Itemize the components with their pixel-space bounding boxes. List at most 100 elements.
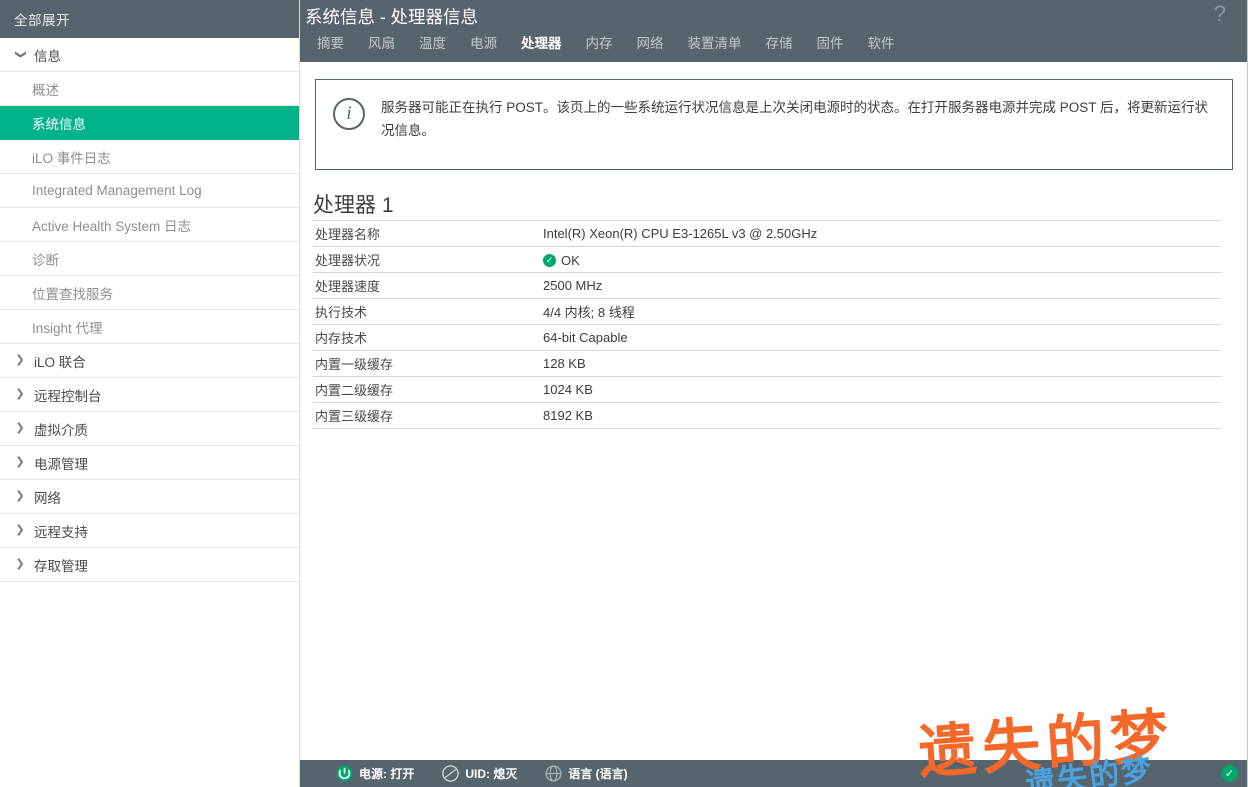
page-title: 系统信息 - 处理器信息 xyxy=(305,7,479,27)
table-row: 处理器名称 Intel(R) Xeon(R) CPU E3-1265L v3 @ … xyxy=(313,220,1221,247)
tab-1[interactable]: 风扇 xyxy=(356,33,407,55)
row-key: 处理器状况 xyxy=(313,246,539,273)
chevron-down-icon[interactable]: ❯ xyxy=(15,47,27,63)
chevron-right-icon[interactable]: ❯ xyxy=(12,423,28,434)
sidebar-item-11[interactable]: ❯ 虚拟介质 xyxy=(0,412,299,446)
sidebar-item-label: 位置查找服务 xyxy=(32,286,113,302)
main-content: i 服务器可能正在执行 POST。该页上的一些系统运行状况信息是上次关闭电源时的… xyxy=(300,62,1248,760)
chevron-right-icon[interactable]: ❯ xyxy=(12,389,28,400)
chevron-right-icon[interactable]: ❯ xyxy=(12,491,28,502)
status-label: OK xyxy=(561,253,580,268)
row-value: 2500 MHz xyxy=(539,272,1221,299)
expand-all-button[interactable]: 全部展开 xyxy=(0,0,299,38)
sidebar-item-4[interactable]: Integrated Management Log xyxy=(0,174,299,208)
sidebar-item-0[interactable]: ❯ 信息 xyxy=(0,38,299,72)
row-value: 4/4 内核; 8 线程 xyxy=(539,298,1221,325)
sidebar-item-7[interactable]: 位置查找服务 xyxy=(0,276,299,310)
status-badge: ✓ OK xyxy=(543,253,580,268)
sidebar-item-label: Integrated Management Log xyxy=(32,183,202,198)
row-key: 执行技术 xyxy=(313,298,539,325)
sidebar-item-5[interactable]: Active Health System 日志 xyxy=(0,208,299,242)
tab-0[interactable]: 摘要 xyxy=(305,33,356,55)
sidebar-item-label: 远程支持 xyxy=(34,524,88,540)
sidebar-item-label: 系统信息 xyxy=(32,116,86,132)
sidebar-item-label: 电源管理 xyxy=(34,456,88,472)
globe-icon xyxy=(545,765,562,782)
row-value: 1024 KB xyxy=(539,376,1221,403)
sidebar-item-label: 信息 xyxy=(34,48,61,64)
sidebar-item-1[interactable]: 概述 xyxy=(0,72,299,106)
table-row: 处理器速度 2500 MHz xyxy=(313,272,1221,299)
sidebar-item-label: iLO 联合 xyxy=(34,354,86,370)
row-value: 128 KB xyxy=(539,350,1221,377)
tab-5[interactable]: 内存 xyxy=(574,33,625,55)
row-key: 处理器速度 xyxy=(313,272,539,299)
sidebar-item-label: 概述 xyxy=(32,82,59,98)
language-selector[interactable]: 语言 (语言) xyxy=(545,765,628,782)
sidebar-item-9[interactable]: ❯ iLO 联合 xyxy=(0,344,299,378)
uid-status[interactable]: UID: 熄灭 xyxy=(442,765,517,782)
language-label: 语言 (语言) xyxy=(568,767,628,781)
row-key: 内置一级缓存 xyxy=(313,350,539,377)
sidebar-item-8[interactable]: Insight 代理 xyxy=(0,310,299,344)
uid-status-label: UID: 熄灭 xyxy=(465,767,518,781)
page-header: 系统信息 - 处理器信息 ? 摘要 风扇 温度 电源 处理器 内存 网络 装置清单 存储 固件 软件 xyxy=(300,0,1248,62)
row-key: 内存技术 xyxy=(313,324,539,351)
sidebar-item-6[interactable]: 诊断 xyxy=(0,242,299,276)
chevron-right-icon[interactable]: ❯ xyxy=(12,355,28,366)
row-value: ✓ OK xyxy=(539,246,1221,273)
tab-9[interactable]: 固件 xyxy=(805,33,856,55)
info-icon: i xyxy=(333,98,365,130)
row-key: 内置二级缓存 xyxy=(313,376,539,403)
help-icon[interactable]: ? xyxy=(1214,0,1226,28)
sidebar-item-label: Insight 代理 xyxy=(32,320,103,336)
chevron-right-icon[interactable]: ❯ xyxy=(12,525,28,536)
chevron-right-icon[interactable]: ❯ xyxy=(12,457,28,468)
sidebar-item-label: 网络 xyxy=(34,490,61,506)
alert-message: 服务器可能正在执行 POST。该页上的一些系统运行状况信息是上次关闭电源时的状态… xyxy=(381,100,1209,138)
sidebar-item-15[interactable]: ❯ 存取管理 xyxy=(0,548,299,582)
table-row: 内置一级缓存 128 KB xyxy=(313,350,1221,377)
page-section-title: 处理器 1 xyxy=(313,194,394,217)
uid-icon xyxy=(442,765,460,782)
power-status[interactable]: 电源: 打开 xyxy=(336,765,414,782)
ilo-web-interface: 全部展开 ❯ 信息概述系统信息 iLO 事件日志 Integrated Managem… xyxy=(0,0,1248,787)
sidebar-nav-list: ❯ 信息概述系统信息 iLO 事件日志 Integrated Management L… xyxy=(0,38,299,582)
tab-3[interactable]: 电源 xyxy=(458,33,509,55)
tab-8[interactable]: 存储 xyxy=(754,33,805,55)
table-row: 执行技术 4/4 内核; 8 线程 xyxy=(313,298,1221,325)
processor-details-table: 处理器名称 Intel(R) Xeon(R) CPU E3-1265L v3 @ … xyxy=(313,220,1221,429)
sidebar-item-label: 远程控制台 xyxy=(34,388,102,404)
check-circle-icon[interactable]: ✓ xyxy=(1221,765,1238,782)
tab-2[interactable]: 温度 xyxy=(407,33,458,55)
sidebar-item-label: iLO 事件日志 xyxy=(32,150,111,166)
expand-all-label: 全部展开 xyxy=(14,13,70,28)
table-row: 内置二级缓存 1024 KB xyxy=(313,376,1221,403)
sidebar-item-12[interactable]: ❯ 电源管理 xyxy=(0,446,299,480)
sidebar-item-label: 虚拟介质 xyxy=(34,422,88,438)
sidebar-item-label: 存取管理 xyxy=(34,558,88,574)
table-row: 处理器状况 ✓ OK xyxy=(313,246,1221,273)
table-row: 内存技术 64-bit Capable xyxy=(313,324,1221,351)
sidebar-item-13[interactable]: ❯ 网络 xyxy=(0,480,299,514)
status-bar: 电源: 打开 UID: 熄灭 语言 (语言) ✓ xyxy=(300,760,1248,787)
tab-4[interactable]: 处理器 xyxy=(509,33,574,55)
sidebar-item-3[interactable]: iLO 事件日志 xyxy=(0,140,299,174)
row-key: 内置三级缓存 xyxy=(313,402,539,429)
power-status-label: 电源: 打开 xyxy=(359,767,415,781)
tab-7[interactable]: 装置清单 xyxy=(676,33,754,55)
row-value: 8192 KB xyxy=(539,402,1221,429)
tab-10[interactable]: 软件 xyxy=(856,33,907,55)
tab-bar: 摘要 风扇 温度 电源 处理器 内存 网络 装置清单 存储 固件 软件 xyxy=(305,33,907,55)
power-icon xyxy=(336,765,353,782)
row-value: Intel(R) Xeon(R) CPU E3-1265L v3 @ 2.50G… xyxy=(539,220,1221,247)
sidebar-item-10[interactable]: ❯ 远程控制台 xyxy=(0,378,299,412)
chevron-right-icon[interactable]: ❯ xyxy=(12,559,28,570)
tab-6[interactable]: 网络 xyxy=(625,33,676,55)
sidebar-item-14[interactable]: ❯ 远程支持 xyxy=(0,514,299,548)
table-row: 内置三级缓存 8192 KB xyxy=(313,402,1221,429)
sidebar-item-2[interactable]: 系统信息 xyxy=(0,106,299,140)
check-circle-icon: ✓ xyxy=(543,254,556,267)
sidebar: 全部展开 ❯ 信息概述系统信息 iLO 事件日志 Integrated Managem… xyxy=(0,0,300,787)
row-value: 64-bit Capable xyxy=(539,324,1221,351)
